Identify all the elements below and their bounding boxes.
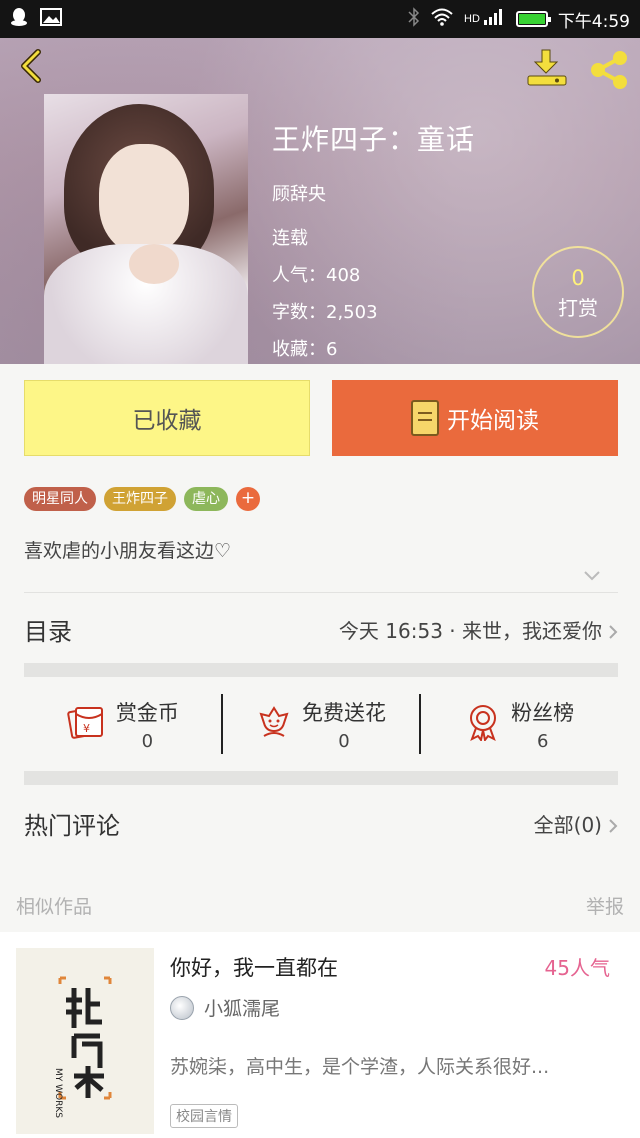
medal-icon <box>465 703 501 745</box>
favorite-button[interactable]: 已收藏 <box>24 380 310 456</box>
add-tag-button[interactable]: + <box>236 487 260 511</box>
book-word-count: 字数：2,503 <box>272 302 378 323</box>
favorite-button-label: 已收藏 <box>132 408 202 434</box>
book-favorites: 收藏：6 <box>272 339 338 360</box>
back-icon[interactable] <box>14 48 50 84</box>
wifi-icon <box>430 8 454 31</box>
chevron-down-icon[interactable] <box>582 568 602 584</box>
book-info: 王炸四子：童话 顾辞央 连载 人气：408 字数：2,503 收藏：6 <box>272 118 475 361</box>
qq-icon <box>10 7 28 32</box>
book-status: 连载 <box>272 228 308 249</box>
similar-book-card[interactable]: MY WORKS 你好，我一直都在 45人气 小狐濡尾 苏婉柒，高中生，是个学渣… <box>0 932 640 1138</box>
book-cover[interactable] <box>44 94 248 364</box>
flower-icon <box>256 704 292 744</box>
section-separator <box>24 663 618 677</box>
send-flower-label: 免费送花 <box>302 700 386 725</box>
tag-1[interactable]: 王炸四子 <box>104 487 176 511</box>
image-icon <box>40 7 62 31</box>
catalog-label: 目录 <box>24 617 72 646</box>
send-flower-value: 0 <box>338 730 350 752</box>
coin-reward-cell[interactable]: ¥ 赏金币 0 <box>24 690 221 758</box>
catalog-row[interactable]: 目录 今天 16:53 · 来世，我还爱你 <box>24 606 618 652</box>
tag-list: 明星同人 王炸四子 虐心 + <box>24 487 260 511</box>
book-header: 王炸四子：童话 顾辞央 连载 人气：408 字数：2,503 收藏：6 0 打赏 <box>0 38 640 364</box>
red-envelope-icon: ¥ <box>66 704 106 744</box>
chevron-right-icon <box>608 621 618 639</box>
similar-works-header: 相似作品 举报 <box>0 880 640 930</box>
similar-book-cover[interactable]: MY WORKS <box>16 948 154 1134</box>
fan-ranking-cell[interactable]: 粉丝榜 6 <box>421 690 618 758</box>
coin-reward-value: 0 <box>141 730 154 752</box>
share-icon[interactable] <box>588 50 630 90</box>
divider <box>24 592 618 593</box>
start-reading-label: 开始阅读 <box>447 408 539 434</box>
book-author[interactable]: 顾辞央 <box>272 180 475 206</box>
signal-icon: HD <box>464 8 506 31</box>
report-link[interactable]: 举报 <box>586 892 624 919</box>
tag-2[interactable]: 虐心 <box>184 487 228 511</box>
all-comments-link[interactable]: 全部(0) <box>534 809 602 838</box>
svg-text:¥: ¥ <box>83 722 90 735</box>
tip-label: 打赏 <box>558 296 598 320</box>
fan-ranking-label: 粉丝榜 <box>511 700 575 725</box>
coin-reward-label: 赏金币 <box>115 700 179 725</box>
similar-book-tag[interactable]: 校园言情 <box>170 1104 238 1128</box>
svg-text:HD: HD <box>464 13 480 25</box>
similar-book-author[interactable]: 小狐濡尾 <box>204 994 280 1021</box>
start-reading-button[interactable]: 开始阅读 <box>332 380 618 456</box>
send-flower-cell[interactable]: 免费送花 0 <box>223 690 420 758</box>
status-bar: HD 下午4:59 <box>0 0 640 38</box>
section-separator <box>24 771 618 785</box>
chevron-right-icon <box>608 815 618 833</box>
similar-book-title[interactable]: 你好，我一直都在 <box>170 952 338 982</box>
book-title: 王炸四子：童话 <box>272 123 476 156</box>
stats-bar: ¥ 赏金币 0 免费送花 0 粉丝榜 6 <box>24 690 618 758</box>
tip-button[interactable]: 0 打赏 <box>532 246 624 338</box>
hot-comments-label: 热门评论 <box>24 811 120 840</box>
tip-count: 0 <box>571 266 585 290</box>
book-icon <box>411 400 439 436</box>
similar-works-label: 相似作品 <box>16 895 93 918</box>
avatar <box>170 995 194 1020</box>
fan-ranking-value: 6 <box>536 730 549 752</box>
latest-chapter: 今天 16:53 · 来世，我还爱你 <box>338 618 602 643</box>
hot-comments-row[interactable]: 热门评论 全部(0) <box>24 800 618 846</box>
tag-0[interactable]: 明星同人 <box>24 487 96 511</box>
bluetooth-icon <box>408 6 420 32</box>
book-popularity: 人气：408 <box>272 265 361 286</box>
battery-icon <box>515 11 551 27</box>
cover-text: MY WORKS <box>53 1068 63 1118</box>
book-description: 喜欢虐的小朋友看这边♡ <box>24 540 232 562</box>
similar-book-author-row: 小狐濡尾 <box>170 994 280 1021</box>
status-time: 下午4:59 <box>557 11 630 32</box>
similar-book-popularity: 45人气 <box>544 956 610 980</box>
download-icon[interactable] <box>526 48 568 88</box>
similar-book-description: 苏婉柒，高中生，是个学渣，人际关系很好... <box>170 1056 550 1078</box>
